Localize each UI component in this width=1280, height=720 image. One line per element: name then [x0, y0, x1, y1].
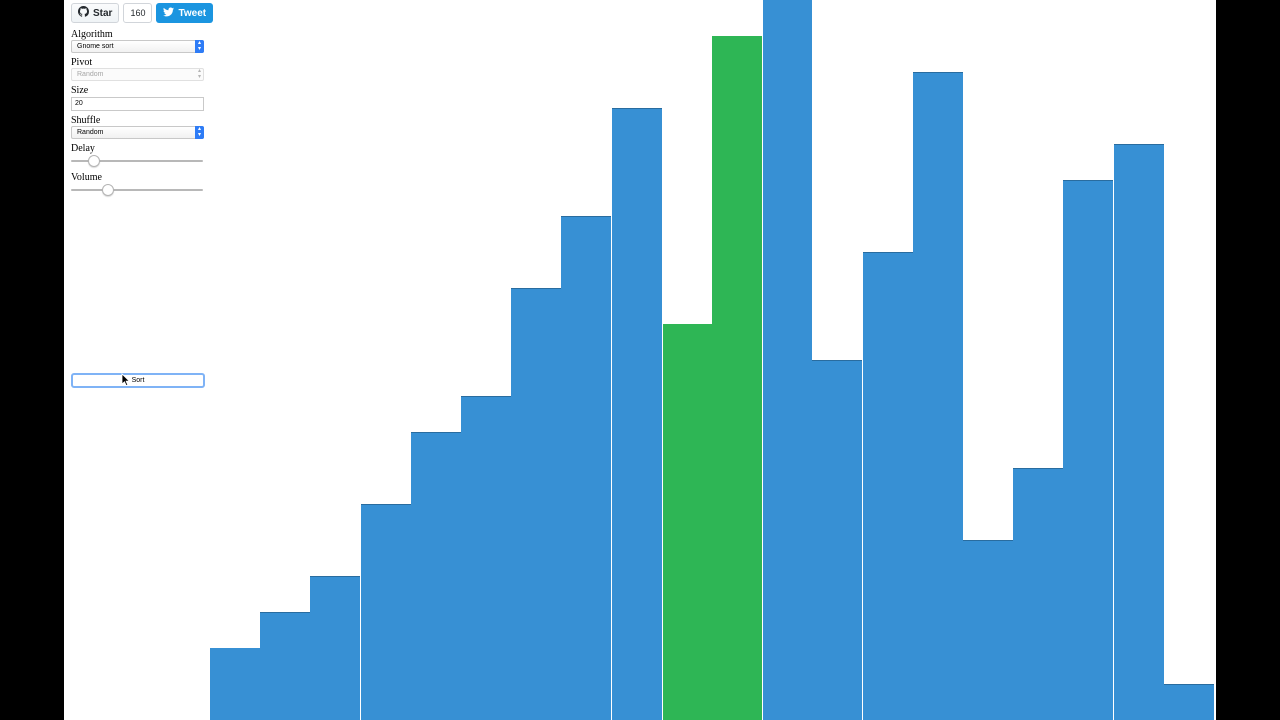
select-arrows-icon: ▴ ▾ — [195, 40, 204, 53]
volume-slider[interactable] — [71, 184, 203, 196]
delay-slider[interactable] — [71, 155, 203, 167]
github-icon — [78, 6, 89, 20]
bar — [1114, 144, 1164, 720]
bar — [461, 396, 511, 720]
bar — [260, 612, 310, 720]
mouse-pointer-icon — [121, 373, 131, 387]
bar — [310, 576, 360, 720]
pivot-select[interactable]: Random ▴ ▾ — [71, 68, 204, 81]
bar — [812, 360, 862, 720]
volume-label: Volume — [71, 172, 102, 183]
tweet-label: Tweet — [178, 7, 207, 19]
pivot-select-value: Random — [77, 71, 104, 78]
algorithm-select[interactable]: Gnome sort ▴ ▾ — [71, 40, 204, 53]
star-count[interactable]: 160 — [123, 3, 153, 23]
bar — [1013, 468, 1063, 720]
bar — [963, 540, 1013, 720]
bar-active — [712, 36, 762, 720]
bar-active — [662, 324, 712, 720]
bar — [1164, 684, 1214, 720]
bar — [762, 0, 812, 720]
bar — [863, 252, 913, 720]
bar — [411, 432, 461, 720]
control-panel: Star 160 Tweet Algorithm Gnome sort ▴ ▾ P… — [71, 0, 214, 720]
delay-label: Delay — [71, 143, 95, 154]
bar — [612, 108, 662, 720]
tweet-button[interactable]: Tweet — [156, 3, 214, 23]
algorithm-select-value: Gnome sort — [77, 43, 114, 50]
sort-button[interactable]: Sort — [71, 373, 205, 388]
size-input[interactable]: 20 — [71, 97, 204, 111]
volume-slider-thumb[interactable] — [101, 184, 114, 196]
social-buttons: Star 160 Tweet — [71, 3, 214, 23]
bar — [210, 648, 260, 720]
sort-visualization — [210, 0, 1216, 720]
app-window: Star 160 Tweet Algorithm Gnome sort ▴ ▾ P… — [64, 0, 1216, 720]
select-arrows-icon: ▴ ▾ — [197, 68, 201, 80]
bar — [511, 288, 561, 720]
star-label: Star — [93, 7, 113, 19]
bar — [1063, 180, 1113, 720]
github-star-button[interactable]: Star — [71, 3, 120, 23]
bar — [361, 504, 411, 720]
shuffle-select-value: Random — [77, 129, 104, 136]
shuffle-select[interactable]: Random ▴ ▾ — [71, 126, 204, 139]
size-label: Size — [71, 85, 89, 96]
bar — [561, 216, 611, 720]
volume-slider-track — [71, 189, 203, 191]
bar — [913, 72, 963, 720]
select-arrows-icon: ▴ ▾ — [195, 126, 204, 139]
twitter-bird-icon — [163, 6, 175, 20]
delay-slider-thumb[interactable] — [88, 155, 101, 167]
